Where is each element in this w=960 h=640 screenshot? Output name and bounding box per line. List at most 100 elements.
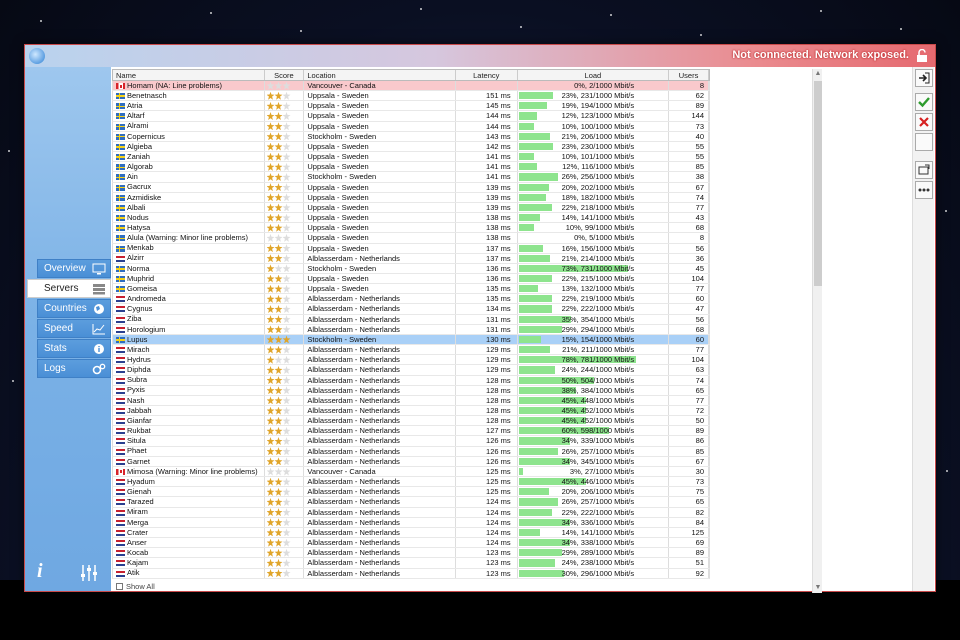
nav-servers[interactable]: Servers: [27, 279, 111, 298]
table-row[interactable]: Anser Alblasserdam - Netherlands 124 ms 34%…: [112, 538, 710, 549]
load-text: 12%, 123/1000 Mbit/s: [561, 111, 635, 121]
table-row[interactable]: Cygnus Alblasserdam - Netherlands 134 ms 22…: [112, 304, 710, 315]
nav-countries[interactable]: Countries: [37, 299, 111, 318]
table-row[interactable]: Pyxis Alblasserdam - Netherlands 128 ms 38%…: [112, 385, 710, 396]
table-row[interactable]: Kajam Alblasserdam - Netherlands 123 ms 24%…: [112, 558, 710, 569]
load-bar: [518, 92, 554, 100]
scrollbar-thumb[interactable]: [814, 81, 822, 286]
table-row[interactable]: Altarf Uppsala - Sweden 144 ms 12%, 123/100…: [112, 111, 710, 122]
star-icon: [274, 365, 283, 374]
scroll-down-arrow-icon[interactable]: ▼: [814, 584, 822, 592]
show-all-checkbox[interactable]: [116, 583, 123, 590]
table-scrollbar[interactable]: ▲ ▼: [812, 69, 822, 593]
table-row[interactable]: Gacrux Uppsala - Sweden 139 ms 20%, 202/100…: [112, 182, 710, 193]
show-all-toggle[interactable]: Show All: [116, 582, 155, 591]
nav-overview[interactable]: Overview: [37, 259, 111, 278]
table-row[interactable]: Alzirr Alblasserdam - Netherlands 137 ms 21…: [112, 253, 710, 264]
latency-cell: 124 ms: [456, 507, 518, 517]
table-row[interactable]: Ziba Alblasserdam - Netherlands 131 ms 35%,…: [112, 314, 710, 325]
checkmark-icon: [918, 97, 930, 108]
star-icon: [266, 518, 275, 527]
table-row[interactable]: Gianfar Alblasserdam - Netherlands 128 ms 4…: [112, 416, 710, 427]
table-row[interactable]: Garnet Alblasserdam - Netherlands 126 ms 34…: [112, 456, 710, 467]
table-row[interactable]: Andromeda Alblasserdam - Netherlands 135 m…: [112, 294, 710, 305]
table-row[interactable]: Subra Alblasserdam - Netherlands 128 ms 50%…: [112, 375, 710, 386]
table-row[interactable]: Hyadum Alblasserdam - Netherlands 125 ms 45…: [112, 477, 710, 488]
flag-se-icon: [116, 143, 125, 150]
blank-button[interactable]: [915, 133, 933, 151]
nav-stats[interactable]: Stats: [37, 339, 111, 358]
column-header-load[interactable]: Load: [518, 70, 670, 80]
table-row[interactable]: Alula (Warning: Minor line problems) Upps…: [112, 233, 710, 244]
favorite-add-button[interactable]: [915, 93, 933, 111]
nav-logs[interactable]: Logs: [37, 359, 111, 378]
table-row[interactable]: Jabbah Alblasserdam - Netherlands 128 ms 45…: [112, 406, 710, 417]
score-stars-cell: [265, 253, 305, 263]
column-header-location[interactable]: Location: [304, 70, 456, 80]
table-row[interactable]: Kocab Alblasserdam - Netherlands 123 ms 29%…: [112, 548, 710, 559]
table-row[interactable]: Miram Alblasserdam - Netherlands 124 ms 22%…: [112, 507, 710, 518]
table-row[interactable]: Nash Alblasserdam - Netherlands 128 ms 45%,…: [112, 395, 710, 406]
server-name: Muphrid: [127, 273, 155, 283]
table-row[interactable]: Crater Alblasserdam - Netherlands 124 ms 14…: [112, 527, 710, 539]
load-text: 15%, 154/1000 Mbit/s: [561, 334, 635, 344]
info-circle-icon: [94, 343, 104, 354]
table-row[interactable]: Situla Alblasserdam - Netherlands 126 ms 34…: [112, 436, 710, 447]
blacklist-button[interactable]: [915, 113, 933, 131]
table-row[interactable]: Mimosa (Warning: Minor line problems) Van…: [112, 466, 710, 478]
star-icon: [266, 315, 275, 324]
table-row[interactable]: Merga Alblasserdam - Netherlands 124 ms 34%…: [112, 517, 710, 528]
column-header-score[interactable]: Score: [265, 70, 305, 80]
load-text: 50%, 504/1000 Mbit/s: [561, 375, 635, 385]
star-icon: [274, 305, 283, 314]
table-row[interactable]: Copernicus Stockholm - Sweden 143 ms 21%, 2…: [112, 131, 710, 142]
table-row[interactable]: Muphrid Uppsala - Sweden 136 ms 22%, 215/10…: [112, 273, 710, 285]
table-row[interactable]: Albali Uppsala - Sweden 139 ms 22%, 218/100…: [112, 202, 710, 214]
table-row[interactable]: Alrami Uppsala - Sweden 144 ms 10%, 100/100…: [112, 121, 710, 132]
server-name-cell: Hatysa: [113, 223, 265, 233]
table-row[interactable]: Algorab Uppsala - Sweden 141 ms 12%, 116/10…: [112, 162, 710, 173]
location-cell: Uppsala - Sweden: [304, 101, 456, 111]
table-row[interactable]: Atria Uppsala - Sweden 145 ms 19%, 194/1000…: [112, 101, 710, 112]
load-cell: 10%, 101/1000 Mbit/s: [518, 152, 670, 162]
more-options-button[interactable]: [915, 181, 933, 199]
table-row[interactable]: Hatysa Uppsala - Sweden 138 ms 10%, 99/1000…: [112, 223, 710, 234]
table-row[interactable]: Homam (NA: Line problems) Vancouver - Can…: [112, 81, 710, 92]
table-row[interactable]: Azmidiske Uppsala - Sweden 139 ms 18%, 182/…: [112, 192, 710, 203]
table-row[interactable]: Ain Stockholm - Sweden 141 ms 26%, 256/1000…: [112, 172, 710, 183]
load-cell: 34%, 338/1000 Mbit/s: [518, 538, 670, 548]
table-row[interactable]: Phaet Alblasserdam - Netherlands 126 ms 26%…: [112, 446, 710, 457]
settings-sliders-icon[interactable]: [79, 563, 99, 583]
server-name-cell: Mirach: [113, 345, 265, 355]
scroll-up-arrow-icon[interactable]: ▲: [814, 70, 822, 78]
star-icon: [274, 91, 283, 100]
table-row[interactable]: Hydrus Alblasserdam - Netherlands 129 ms 78…: [112, 355, 710, 366]
table-row[interactable]: Norma Stockholm - Sweden 136 ms 73%, 731/10…: [112, 263, 710, 274]
server-name: Algorab: [127, 162, 153, 172]
table-row[interactable]: Nodus Uppsala - Sweden 138 ms 14%, 141/1000…: [112, 213, 710, 224]
info-icon[interactable]: i: [37, 560, 43, 583]
table-row[interactable]: Rukbat Alblasserdam - Netherlands 127 ms 60…: [112, 426, 710, 437]
table-row[interactable]: Horologium Alblasserdam - Netherlands 131 …: [112, 324, 710, 335]
table-row[interactable]: Benetnasch Uppsala - Sweden 151 ms 23%, 231…: [112, 91, 710, 102]
table-row[interactable]: Gomeisa Uppsala - Sweden 135 ms 13%, 132/10…: [112, 284, 710, 295]
table-row[interactable]: Atik Alblasserdam - Netherlands 123 ms 30%,…: [112, 568, 710, 579]
table-row[interactable]: Tarazed Alblasserdam - Netherlands 124 ms 2…: [112, 497, 710, 508]
column-header-latency[interactable]: Latency: [456, 70, 518, 80]
table-row[interactable]: Zaniah Uppsala - Sweden 141 ms 10%, 101/100…: [112, 152, 710, 163]
table-row[interactable]: Gienah Alblasserdam - Netherlands 125 ms 20…: [112, 487, 710, 498]
column-header-users[interactable]: Users: [669, 70, 709, 80]
table-row[interactable]: Menkab Uppsala - Sweden 137 ms 16%, 156/100…: [112, 243, 710, 254]
star-icon: [266, 305, 275, 314]
connect-button[interactable]: [915, 69, 933, 87]
table-row[interactable]: Diphda Alblasserdam - Netherlands 129 ms 24…: [112, 365, 710, 376]
nav-speed[interactable]: Speed: [37, 319, 111, 338]
table-row[interactable]: Algieba Uppsala - Sweden 142 ms 23%, 230/10…: [112, 141, 710, 153]
latency-cell: 127 ms: [456, 426, 518, 436]
table-row[interactable]: Mirach Alblasserdam - Netherlands 129 ms 21…: [112, 345, 710, 356]
load-bar: [518, 214, 540, 222]
column-header-name[interactable]: Name: [113, 70, 265, 80]
title-bar[interactable]: Not connected. Network exposed.: [25, 45, 935, 67]
table-row[interactable]: Lupus Stockholm - Sweden 130 ms 15%, 154/10…: [112, 334, 710, 346]
server-details-button[interactable]: [915, 161, 933, 179]
